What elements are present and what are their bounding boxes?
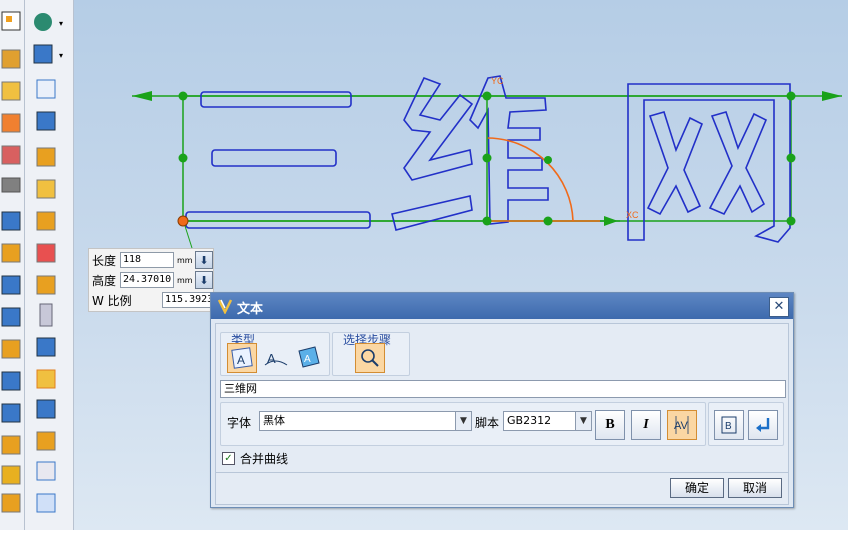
- text-dialog: 文本 ✕ 类型 A A A 选择步骤 三维网 字体 黑体 ▼ 脚本 GB2312…: [210, 292, 794, 508]
- height-input[interactable]: 24.37010: [120, 272, 174, 288]
- font-value: 黑体: [263, 414, 285, 427]
- font-label: 字体: [227, 416, 252, 430]
- merge-curves-row: ✓ 合并曲线: [222, 450, 288, 467]
- type-group: 类型 A A A: [220, 332, 330, 376]
- xc-arrow-icon: [604, 216, 618, 226]
- height-row: 高度 24.37010 mm ⬇: [92, 271, 213, 289]
- length-down-arrow-icon[interactable]: ⬇: [195, 251, 213, 269]
- dialog-title: 文本: [237, 302, 264, 317]
- merge-curves-label: 合并曲线: [240, 452, 289, 466]
- close-icon[interactable]: ✕: [769, 297, 789, 317]
- height-down-arrow-icon[interactable]: ⬇: [195, 271, 213, 289]
- length-unit: mm: [177, 255, 193, 265]
- length-row: 长度 118 mm ⬇: [92, 251, 213, 269]
- origin-handle: [177, 215, 189, 227]
- italic-button[interactable]: I: [631, 410, 661, 440]
- script-select[interactable]: GB2312 ▼: [503, 411, 592, 431]
- rotation-arc: [486, 137, 574, 222]
- height-label: 高度: [92, 273, 117, 288]
- wscale-input[interactable]: 115.3923: [162, 292, 214, 308]
- planar-text-icon[interactable]: A: [227, 343, 257, 373]
- wscale-label: W 比例: [92, 293, 132, 308]
- chevron-down-icon[interactable]: ▼: [575, 412, 591, 430]
- footer-divider: [216, 472, 788, 473]
- ok-button[interactable]: 确定: [670, 478, 724, 498]
- svg-text:▾: ▾: [59, 19, 63, 28]
- glyph-wang: [627, 83, 791, 243]
- extra-group: B: [708, 402, 784, 446]
- height-unit: mm: [177, 275, 193, 285]
- app-logo-icon: [217, 299, 233, 314]
- svg-text:A: A: [304, 354, 311, 365]
- step-group: 选择步骤: [332, 332, 410, 376]
- left-toolbar-2: ▾ ▾: [25, 0, 74, 530]
- glyph-wei: [391, 75, 549, 231]
- bold-button[interactable]: B: [595, 410, 625, 440]
- dialog-body: 类型 A A A 选择步骤 三维网 字体 黑体 ▼ 脚本 GB2312 ▼ B …: [215, 323, 789, 505]
- on-face-text-icon[interactable]: A: [295, 343, 323, 371]
- toolbar-2-icons: ▾ ▾: [33, 13, 63, 513]
- font-group: 字体 黑体 ▼ 脚本 GB2312 ▼ B I AV: [220, 402, 706, 446]
- right-arrow-icon: [822, 91, 842, 101]
- merge-curves-checkbox[interactable]: ✓: [222, 452, 235, 465]
- font-select[interactable]: 黑体 ▼: [259, 411, 472, 431]
- svg-text:▾: ▾: [59, 51, 63, 60]
- on-curve-text-icon[interactable]: A: [261, 343, 289, 371]
- chevron-down-icon[interactable]: ▼: [455, 412, 471, 430]
- length-label: 长度: [92, 253, 117, 268]
- script-value: GB2312: [507, 414, 552, 427]
- magnifier-icon[interactable]: [355, 343, 385, 373]
- dialog-title-bar[interactable]: 文本 ✕: [211, 293, 793, 319]
- xc-label: XC: [626, 210, 639, 220]
- script-label: 脚本: [475, 416, 500, 430]
- wscale-row: W 比例 115.3923: [92, 291, 214, 309]
- cancel-button[interactable]: 取消: [728, 478, 782, 498]
- length-input[interactable]: 118: [120, 252, 174, 268]
- frame-text-icon[interactable]: B: [714, 410, 744, 440]
- dimension-parameters-panel: 长度 118 mm ⬇ 高度 24.37010 mm ⬇ W 比例 115.39…: [88, 248, 214, 312]
- glyph-san: [185, 91, 371, 229]
- svg-text:B: B: [725, 421, 732, 432]
- svg-text:A: A: [237, 353, 245, 367]
- reverse-icon[interactable]: [748, 410, 778, 440]
- left-arrow-icon: [132, 91, 152, 101]
- svg-text:A: A: [267, 351, 276, 366]
- toolbar-1-icons: [1, 11, 21, 513]
- text-content-input[interactable]: 三维网: [220, 380, 786, 398]
- yc-label: YC: [491, 76, 504, 86]
- left-toolbar-1: [0, 0, 25, 530]
- kerning-icon[interactable]: AV: [667, 410, 697, 440]
